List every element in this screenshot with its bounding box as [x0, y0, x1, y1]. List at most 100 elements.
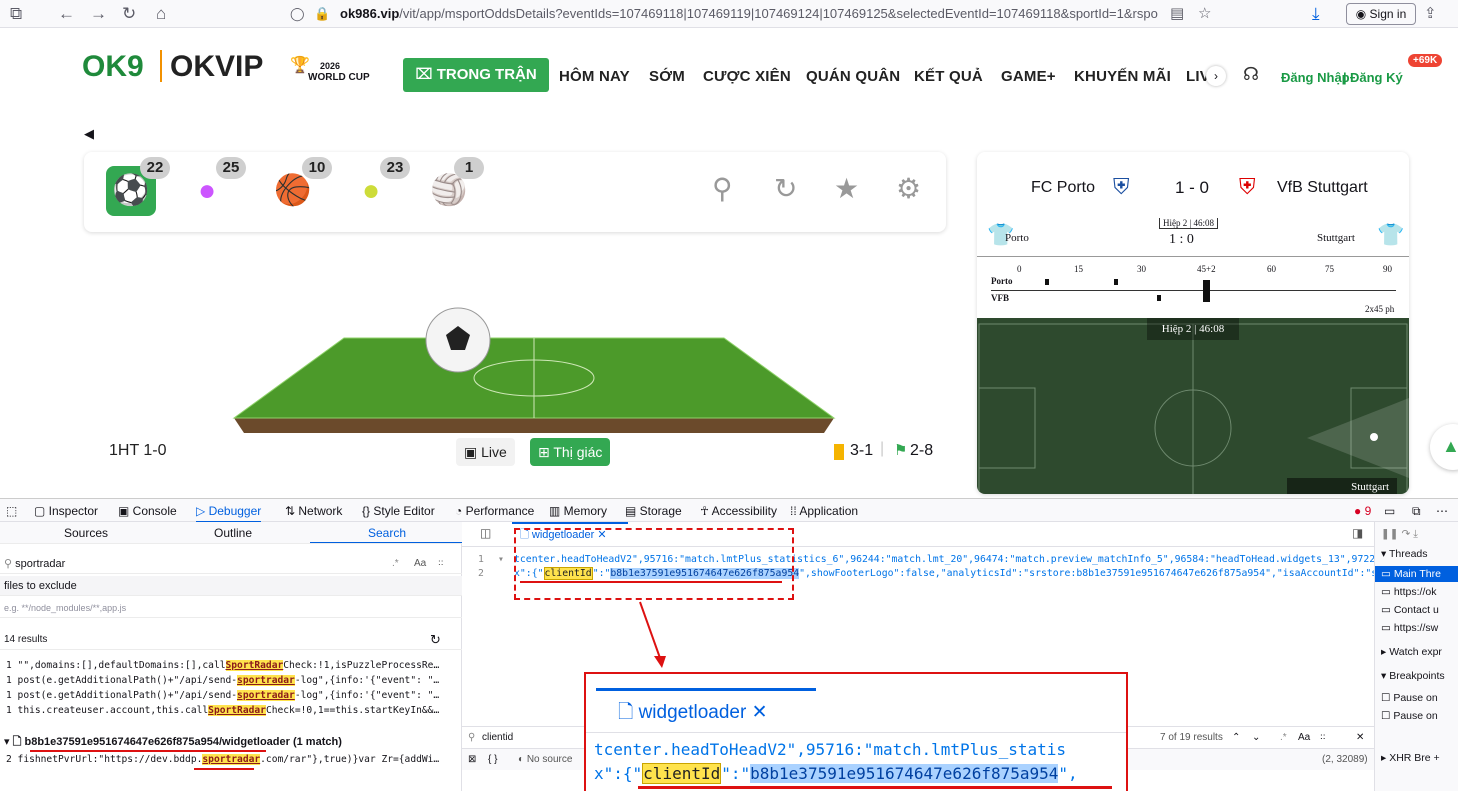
volleyball-icon: 🏐 [430, 174, 468, 207]
tab-performance[interactable]: ◔ Performance [455, 504, 534, 518]
world-cup-logo[interactable]: 🏆 2026 WORLD CUP [290, 58, 370, 84]
sport-soccer[interactable]: ⚽ 22 [106, 157, 170, 216]
tab-network[interactable]: ⇅ Network [285, 504, 342, 518]
pick-element-icon[interactable]: ⬚ [6, 504, 17, 518]
reader-icon[interactable]: ▤ [1170, 4, 1184, 24]
register-link[interactable]: Đăng Ký [1350, 70, 1403, 85]
okvip-logo[interactable]: OKVIP [170, 50, 263, 84]
speaker-icon[interactable]: ◀︎ [84, 126, 94, 142]
reload-icon[interactable]: ↻ [122, 4, 136, 24]
match-case-toggle[interactable]: Aa [414, 554, 426, 573]
tab-accessibility[interactable]: ☥ Accessibility [700, 504, 777, 518]
nav-khuyen-mai[interactable]: KHUYẾN MÃI [1074, 68, 1171, 85]
watch-expressions-header[interactable]: ▸ Watch expr [1381, 644, 1458, 660]
settings-gear-icon[interactable]: ⚙ [896, 172, 921, 205]
sport-esports[interactable]: ● 25 [182, 157, 246, 216]
nav-game-plus[interactable]: GAME+ [1001, 68, 1056, 85]
share-icon[interactable]: ⇪ [1424, 4, 1437, 24]
breakpoints-header[interactable]: ▾ Breakpoints [1381, 668, 1458, 684]
back-icon[interactable]: ← [58, 4, 75, 24]
forward-icon[interactable]: → [90, 4, 107, 24]
search-result[interactable]: 1 this.createuser.account,this.callSport… [6, 704, 458, 718]
ok9-logo[interactable]: OK9 [82, 50, 144, 84]
address-bar[interactable]: ◯ 🔒 ok986.vip/vit/app/msportOddsDetails?… [290, 3, 1200, 25]
nav-next-icon[interactable]: › [1206, 66, 1226, 86]
corner-flag-icon: ⚑ [894, 442, 908, 459]
timeline-event [1157, 295, 1161, 301]
scroll-top-icon[interactable]: ▲ [1430, 424, 1458, 470]
dock-icon[interactable]: ▭ [1384, 504, 1395, 518]
tab-label: Network [298, 504, 343, 518]
tab-sources[interactable]: Sources [64, 523, 108, 543]
support-headset-icon[interactable]: ☊ [1243, 64, 1259, 85]
tab-memory[interactable]: ▥ Memory [549, 504, 607, 518]
thread-item[interactable]: ▭ https://ok [1381, 584, 1458, 600]
tab-label: Memory [563, 504, 608, 518]
nav-quan-quan[interactable]: QUÁN QUÂN [806, 68, 900, 85]
thread-item[interactable]: ▭ https://sw [1381, 620, 1458, 636]
toggle-right-pane-icon[interactable]: ◨ [1352, 526, 1363, 540]
bookmark-star-icon[interactable]: ☆ [1198, 4, 1211, 24]
match-case-toggle[interactable]: Aa [1298, 727, 1310, 749]
tab-outline[interactable]: Outline [214, 523, 252, 543]
sign-in-button[interactable]: ◉ Sign in [1346, 3, 1416, 25]
search-result[interactable]: 1 post(e.getAdditionalPath()+"/api/send-… [6, 674, 458, 688]
login-link[interactable]: Đăng Nhập [1281, 70, 1350, 85]
close-find-icon[interactable]: ✕ [1356, 727, 1364, 749]
tab-inspector[interactable]: ▢ Inspector [34, 504, 98, 518]
tab-application[interactable]: ⁞⁞ Application [790, 504, 858, 518]
find-next-icon[interactable]: ⌄ [1252, 727, 1260, 749]
tab-label: Inspector [48, 504, 99, 518]
toggle-sources-icon[interactable]: ◫ [480, 526, 491, 540]
popout-icon[interactable]: ⧉ [1412, 504, 1421, 519]
visual-button[interactable]: ⊞ Thị giác [530, 438, 611, 466]
favorite-star-icon[interactable]: ★ [834, 172, 859, 205]
regex-toggle[interactable]: .* [392, 554, 399, 573]
sport-tennis[interactable]: ● 23 [346, 157, 410, 216]
find-input[interactable]: clientid [482, 727, 513, 749]
sport-basketball[interactable]: 🏀 10 [268, 157, 332, 216]
refresh-search-icon[interactable]: ↻ [430, 630, 441, 649]
search-result[interactable]: 2 fishnetPvrUrl:"https://dev.bddp.sportr… [6, 753, 458, 767]
whole-word-toggle[interactable]: ꞉꞉ [438, 554, 444, 573]
pause-controls[interactable]: ❚❚ ↷ ⤓ [1381, 526, 1458, 542]
nav-cuoc-xien[interactable]: CƯỢC XIÊN [703, 68, 791, 85]
search-result[interactable]: 1 post(e.getAdditionalPath()+"/api/send-… [6, 689, 458, 703]
tab-debugger[interactable]: ▷ Debugger [196, 504, 262, 523]
sport-volleyball[interactable]: 🏐 1 [424, 157, 484, 216]
home-icon[interactable]: ⌂ [156, 4, 166, 24]
file-match-header[interactable]: ▾ 🗋 b8b1e37591e951674647e626f875a954/wid… [4, 734, 456, 750]
more-options-icon[interactable]: ⋯ [1436, 504, 1448, 518]
download-icon[interactable]: ⤓ [1312, 4, 1320, 24]
thread-item[interactable]: ▭ Main Thre [1375, 566, 1458, 582]
search-icon[interactable]: ⚲ [712, 172, 733, 205]
new-tab-icon[interactable]: ⧉ [10, 4, 22, 24]
tab-storage[interactable]: ▤ Storage [625, 504, 682, 518]
tab-console[interactable]: ▣ Console [118, 504, 177, 518]
nav-hom-nay[interactable]: HÔM NAY [559, 68, 630, 85]
fold-icon[interactable]: ▾ [498, 553, 504, 567]
whole-word-toggle[interactable]: ꞉꞉ [1320, 727, 1326, 749]
threads-header[interactable]: ▾ Threads [1381, 546, 1458, 562]
xhr-breakpoints-header[interactable]: ▸ XHR Bre + [1381, 750, 1458, 766]
live-button[interactable]: ▣ Live [456, 438, 515, 466]
nav-ket-qua[interactable]: KẾT QUẢ [914, 68, 983, 85]
exclude-input[interactable]: e.g. **/node_modules/**,app.js [0, 598, 462, 618]
thread-item[interactable]: ▭ Contact u [1381, 602, 1458, 618]
nav-som[interactable]: SỚM [649, 68, 685, 85]
regex-toggle[interactable]: .* [1280, 727, 1287, 749]
pretty-print-icon[interactable]: ⊠ [468, 749, 476, 771]
nav-trong-tran[interactable]: ⌧ TRONG TRẬN [403, 58, 549, 92]
pause-on-exceptions-checkbox[interactable]: ☐ Pause on [1381, 690, 1458, 706]
search-result[interactable]: 1 "",domains:[],defaultDomains:[],callSp… [6, 659, 458, 673]
error-count[interactable]: ● 9 [1354, 504, 1371, 518]
braces-icon[interactable]: { } [488, 749, 497, 771]
match-tracker-panel: FC Porto ⛨ 1 - 0 ⛨ VfB Stuttgart 👕 Porto… [977, 152, 1409, 494]
tab-label: Console [132, 504, 177, 518]
refresh-icon[interactable]: ↻ [774, 172, 797, 205]
find-prev-icon[interactable]: ⌃ [1232, 727, 1240, 749]
project-search-input[interactable]: ⚲ sportradar .* Aa ꞉꞉ [0, 554, 462, 574]
tab-style-editor[interactable]: {} Style Editor [362, 504, 435, 518]
pause-on-caught-checkbox[interactable]: ☐ Pause on [1381, 708, 1458, 724]
tab-search[interactable]: Search [368, 523, 406, 543]
